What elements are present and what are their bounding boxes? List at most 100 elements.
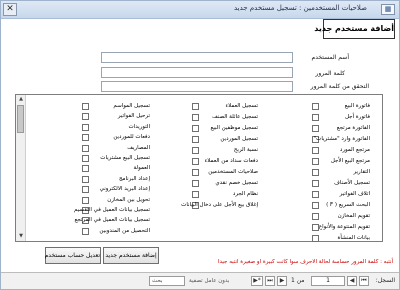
permission-label: تقويم المخازن [337, 213, 370, 219]
permission-label: تسجيل خصم نقدي [215, 180, 258, 186]
permission-checkbox[interactable] [192, 147, 199, 154]
add-user-button[interactable]: إضافة مستخدم جديد [103, 247, 159, 264]
permission-item: دفعات سداد من العملاء [192, 157, 258, 166]
permission-label: فاتورة البيع [344, 103, 370, 109]
permission-label: إعداد البرنامج [118, 175, 150, 182]
permission-checkbox[interactable] [192, 158, 199, 165]
permission-label: التوريدات [128, 123, 150, 130]
scroll-thumb[interactable] [17, 105, 24, 133]
scroll-up-icon[interactable]: ▲ [17, 95, 25, 103]
permission-checkbox[interactable] [82, 144, 89, 152]
password-confirm-input[interactable] [101, 81, 293, 92]
permission-checkbox[interactable] [82, 134, 89, 142]
permission-item: تسجيل الموردين [192, 135, 258, 144]
username-input[interactable] [101, 52, 293, 63]
permission-checkbox[interactable] [192, 180, 199, 187]
permission-item: تسجيل العملاء [192, 102, 258, 111]
permission-checkbox[interactable] [192, 191, 199, 198]
permission-item: التوريدات [82, 123, 150, 132]
permission-item: تقويم المخازن [312, 212, 370, 221]
current-record-input[interactable]: 1 [311, 276, 345, 286]
next-record-icon[interactable]: ▶ [277, 276, 287, 286]
permission-checkbox[interactable] [82, 227, 89, 235]
edit-user-button[interactable]: تعديل حساب مستخدم [45, 247, 101, 264]
permission-label: تسجيل موظفين البيع [210, 125, 258, 131]
prev-record-icon[interactable]: ◀ [347, 276, 357, 286]
permission-item: العمولة [82, 164, 150, 173]
record-navigation-bar: السجل: ⏮ ◀ 1 من 1 ▶ ⏭ ▶* بدون عامل تصفية… [1, 272, 399, 289]
permission-label: إغلاق بيع الأجل على دخال البيانات [181, 202, 258, 208]
permission-checkbox[interactable] [312, 114, 319, 121]
title-bar: ✕ صلاحيات المستخدمين : تسجيل مستخدم جديد… [1, 1, 399, 19]
permission-item: تسجيل خصم نقدي [192, 179, 258, 188]
permission-checkbox[interactable] [312, 235, 319, 242]
permission-checkbox[interactable] [312, 103, 319, 110]
permission-item: إعداد البرنامج [82, 175, 150, 184]
last-record-icon[interactable]: ⏭ [265, 276, 275, 286]
permission-item: إعداد البريد الالكتروني [82, 185, 150, 194]
permission-checkbox[interactable] [312, 125, 319, 132]
close-icon[interactable]: ✕ [3, 3, 17, 16]
scroll-down-icon[interactable]: ▼ [17, 232, 25, 240]
permission-label: تسجيل المواسم [113, 103, 150, 109]
permission-item: صلاحيات المستخدمين [192, 168, 258, 177]
permission-checkbox[interactable] [312, 169, 319, 176]
permission-item: التقارير [312, 168, 370, 177]
permission-checkbox[interactable] [82, 123, 89, 131]
permission-item: تسجيل بيانات العميل في التقسيم [74, 206, 150, 215]
permissions-list: فاتورة البيع فاتورة أجل الفاتورة مرتجع الفا… [26, 95, 382, 242]
new-record-icon[interactable]: ▶* [251, 276, 263, 286]
permission-checkbox[interactable] [192, 114, 199, 121]
search-input[interactable]: بحث [149, 276, 185, 286]
permissions-scrollbar[interactable]: ▲ ▼ [16, 95, 26, 241]
password-notice: أنتبه : كلمة المرور حساسة لحالة الاحرف س… [217, 259, 393, 265]
permission-checkbox[interactable] [312, 180, 319, 187]
permission-label: تسجيل بيانات العميل في المرتجع [74, 217, 150, 224]
permission-checkbox[interactable] [312, 147, 319, 154]
permission-label: ترحيل الفواتير [117, 113, 150, 120]
first-record-icon[interactable]: ⏮ [359, 276, 369, 286]
permission-item: تحويل بين المخازن [82, 196, 150, 205]
password-input[interactable] [101, 67, 293, 78]
permission-checkbox[interactable] [82, 103, 89, 110]
permission-checkbox[interactable] [192, 125, 199, 132]
record-count: من 1 [291, 277, 305, 284]
permission-item: اتلاف الفواتير [312, 190, 370, 199]
permission-item: البحث السريع ( F ) [312, 201, 370, 210]
permission-label: المصاريف [127, 144, 150, 151]
permission-checkbox[interactable] [82, 155, 89, 162]
filter-status[interactable]: بدون عامل تصفية [189, 276, 229, 286]
permission-item: الفاتورة مرتجع [312, 124, 370, 133]
field-username-label: أسم المستخدم [311, 54, 349, 61]
permission-label: الفاتورة وارد "مشتريات" [313, 136, 370, 142]
permission-checkbox[interactable] [82, 196, 89, 204]
permission-checkbox[interactable] [312, 202, 319, 209]
permission-item: الفاتورة وارد "مشتريات" [312, 135, 370, 144]
permission-item: التحصيل من المندوبين [82, 227, 150, 236]
permission-item: دفعات للموردين [82, 133, 150, 142]
permission-label: التقارير [353, 169, 370, 175]
permission-checkbox[interactable] [192, 103, 199, 110]
permission-checkbox[interactable] [312, 158, 319, 165]
permission-item: إغلاق بيع الأجل على دخال البيانات [181, 201, 258, 210]
record-label: السجل: [375, 277, 395, 284]
permission-label: اتلاف الفواتير [339, 191, 370, 197]
permission-checkbox[interactable] [312, 191, 319, 198]
permission-checkbox[interactable] [82, 186, 89, 194]
permission-item: تسجيل الأصناف [312, 179, 370, 188]
permission-item: فاتورة أجل [312, 113, 370, 122]
permission-label: دفعات سداد من العملاء [204, 158, 258, 164]
permission-item: تسجيل عائلة الصنف [192, 113, 258, 122]
permission-item: تسجيل البيع مشتريات [82, 154, 150, 163]
permission-checkbox[interactable] [82, 113, 89, 121]
permission-checkbox[interactable] [82, 175, 89, 183]
permission-checkbox[interactable] [82, 165, 89, 173]
permission-checkbox[interactable] [312, 213, 319, 220]
form-tab-icon[interactable]: ▦ [381, 4, 395, 15]
permission-label: تسجيل العملاء [225, 103, 258, 109]
permission-item: نسبة الربح [192, 146, 258, 155]
permission-checkbox[interactable] [192, 136, 199, 143]
permission-checkbox[interactable] [192, 169, 199, 176]
permission-item: تسجيل المواسم [82, 102, 150, 111]
page-title: أضافة مستخدم جديد [314, 19, 395, 39]
